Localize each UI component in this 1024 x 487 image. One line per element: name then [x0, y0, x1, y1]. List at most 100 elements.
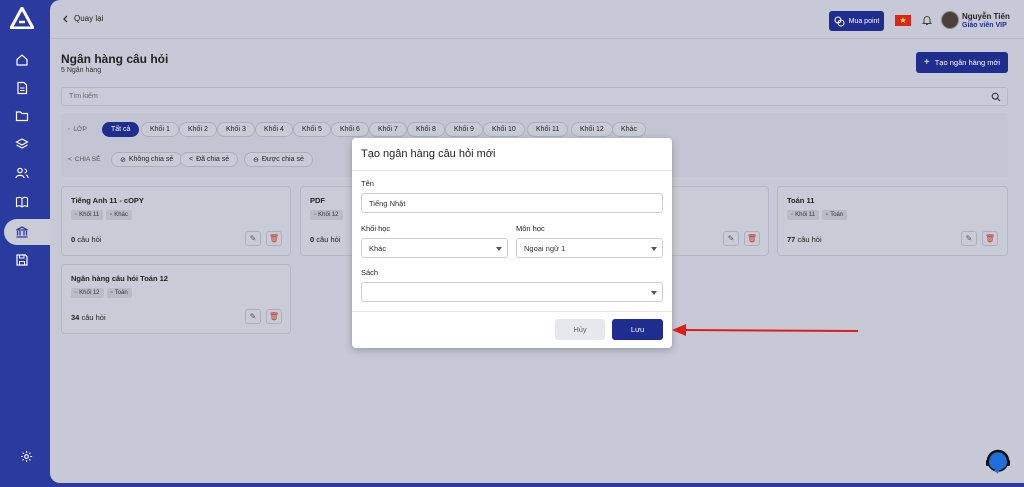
back-link[interactable]: Quay lại	[62, 14, 103, 23]
pencil-icon: ✎	[965, 234, 973, 243]
logo-icon[interactable]	[10, 7, 34, 29]
trash-icon: 🗑	[268, 234, 280, 243]
grade-chip-7[interactable]: Khối 7	[369, 122, 407, 137]
circle-icon: ⊘	[120, 156, 126, 164]
bank-card[interactable]: Tiếng Anh 11 - cOPY ◦ Khối 11 ▫ Khác 0 c…	[61, 186, 291, 256]
nav-document-icon[interactable]	[12, 79, 32, 97]
grade-select-value: Khác	[369, 243, 387, 253]
nav-layers-icon[interactable]	[12, 135, 32, 153]
card-question-count: 77 câu hỏi	[787, 235, 822, 244]
vietnam-flag-icon[interactable]: ★	[895, 15, 911, 26]
bell-icon[interactable]	[921, 14, 933, 26]
modal-title: Tạo ngân hàng câu hỏi mới	[361, 148, 496, 160]
sidebar	[0, 0, 50, 487]
save-button[interactable]: Lưu	[612, 319, 663, 340]
share-icon: <	[68, 156, 72, 163]
grade-chip-6[interactable]: Khối 6	[331, 122, 369, 137]
grade-chip-3[interactable]: Khối 3	[217, 122, 255, 137]
modal-divider-top	[352, 170, 672, 171]
support-chat-icon[interactable]	[983, 449, 1013, 475]
grade-chip-4[interactable]: Khối 4	[255, 122, 293, 137]
share-chip-not-shared[interactable]: ⊘ Không chia sẻ	[111, 152, 183, 167]
eye-icon: ◦	[68, 126, 71, 133]
grade-chip-1[interactable]: Khối 1	[141, 122, 179, 137]
grade-chip-5[interactable]: Khối 5	[293, 122, 331, 137]
grade-chip-12[interactable]: Khối 12	[571, 122, 613, 137]
card-count-number: 0	[310, 235, 315, 244]
card-title: PDF	[310, 196, 325, 205]
settings-gear-icon[interactable]	[20, 450, 33, 463]
search-input[interactable]: Tìm kiếm	[61, 87, 1008, 106]
delete-button[interactable]: 🗑	[266, 309, 282, 324]
nav-bank-icon[interactable]	[12, 223, 32, 241]
buy-point-button[interactable]: Mua point	[829, 11, 884, 31]
search-placeholder: Tìm kiếm	[69, 93, 98, 100]
name-field[interactable]: Tiếng Nhật	[361, 193, 663, 213]
edit-button[interactable]: ✎	[723, 231, 739, 246]
buy-point-label: Mua point	[848, 17, 880, 25]
card-tag-grade-text: Khối 12	[318, 212, 339, 218]
trash-icon: 🗑	[746, 234, 758, 243]
bank-card[interactable]: Ngân hàng câu hỏi Toán 12 ◦ Khối 12 ▫ To…	[61, 264, 291, 334]
card-count-number: 0	[71, 235, 76, 244]
card-tags: ◦ Khối 11 ▫ Khác	[71, 210, 132, 220]
card-tags: ◦ Khối 12	[310, 210, 343, 220]
grade-chip-10[interactable]: Khối 10	[483, 122, 525, 137]
card-question-count: 0 câu hỏi	[310, 235, 340, 244]
share-chip-shared-label: Đã chia sẻ	[196, 156, 230, 163]
subject-select[interactable]: Ngoại ngữ 1	[516, 238, 663, 258]
card-question-count: 0 câu hỏi	[71, 235, 101, 244]
avatar[interactable]	[941, 11, 959, 29]
trash-icon: 🗑	[984, 234, 996, 243]
card-tag-subject: ▫ Khác	[106, 210, 132, 220]
nav-users-icon[interactable]	[12, 164, 32, 182]
grade-chip-8[interactable]: Khối 8	[407, 122, 445, 137]
nav-home-icon[interactable]	[12, 51, 32, 69]
card-count-number: 77	[787, 235, 796, 244]
delete-button[interactable]: 🗑	[982, 231, 998, 246]
name-label: Tên	[361, 179, 374, 188]
grade-chip-other[interactable]: Khác	[612, 122, 646, 137]
grade-chip-2[interactable]: Khối 2	[179, 122, 217, 137]
cancel-button[interactable]: Hủy	[555, 319, 605, 340]
pencil-icon: ✎	[249, 234, 257, 243]
card-tag-grade: ◦ Khối 11	[787, 210, 820, 220]
card-count-suffix: câu hỏi	[81, 313, 106, 322]
page-subtitle: 5 Ngân hàng	[61, 67, 102, 74]
edit-button[interactable]: ✎	[245, 309, 261, 324]
grade-chip-11[interactable]: Khối 11	[527, 122, 569, 137]
share-chip-received[interactable]: ⊖ Được chia sẻ	[244, 152, 313, 167]
search-icon[interactable]	[991, 92, 1001, 102]
back-label: Quay lại	[74, 14, 104, 23]
delete-button[interactable]: 🗑	[744, 231, 760, 246]
card-tags: ◦ Khối 11 ▫ Toán	[787, 210, 848, 220]
nav-book-icon[interactable]	[12, 193, 32, 211]
nav-folder-icon[interactable]	[12, 107, 32, 125]
grade-label-text: LỚP	[73, 126, 87, 133]
annotation-arrow-icon	[672, 324, 859, 336]
grade-select[interactable]: Khác	[361, 238, 508, 258]
card-count-suffix: câu hỏi	[316, 235, 341, 244]
share-label-text: CHIA SẺ	[74, 156, 101, 163]
card-tag-subject-text: Toán	[114, 290, 128, 296]
grade-chip-9[interactable]: Khối 9	[445, 122, 483, 137]
card-question-count: 34 câu hỏi	[71, 313, 106, 322]
edit-button[interactable]: ✎	[245, 231, 261, 246]
create-bank-button[interactable]: + Tạo ngân hàng mới	[916, 52, 1008, 73]
card-tag-grade-text: Khối 12	[79, 290, 100, 296]
book-select[interactable]	[361, 282, 663, 302]
card-tag-subject: ▫ Toán	[106, 288, 132, 298]
card-count-number: 34	[71, 313, 80, 322]
page-title: Ngân hàng câu hỏi	[61, 52, 169, 66]
share-chip-shared[interactable]: < Đã chia sẻ	[180, 152, 239, 167]
bank-card[interactable]: Toán 11 ◦ Khối 11 ▫ Toán 77 câu hỏi ✎ 🗑	[777, 186, 1008, 256]
modal-divider-bottom	[352, 311, 672, 312]
caret-down-icon	[651, 291, 657, 295]
delete-button[interactable]: 🗑	[266, 231, 282, 246]
edit-button[interactable]: ✎	[961, 231, 977, 246]
grade-filter-label: ◦ LỚP	[68, 126, 87, 133]
subject-label: Môn học	[516, 224, 545, 233]
nav-save-icon[interactable]	[12, 251, 32, 269]
grade-chip-all[interactable]: Tất cả	[102, 122, 140, 137]
plus-icon: +	[923, 57, 930, 68]
